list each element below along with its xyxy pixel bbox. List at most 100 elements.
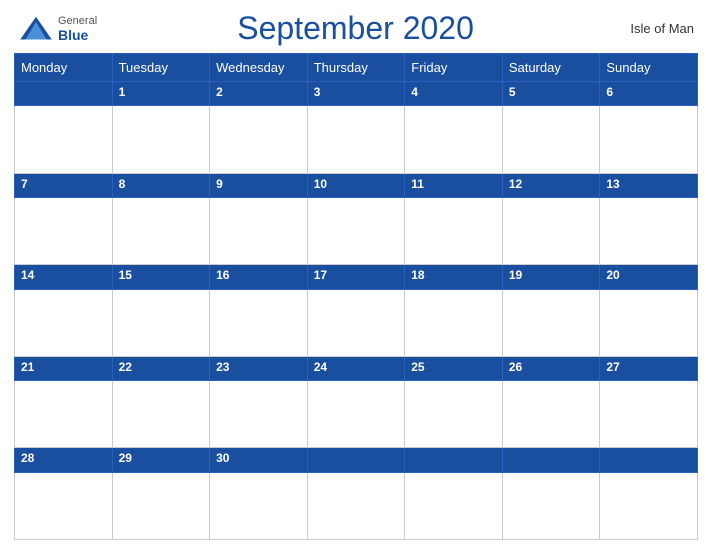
week-2-day-7-num: 13 <box>600 173 698 197</box>
week-2-day-1-num: 7 <box>15 173 113 197</box>
header-wednesday: Wednesday <box>210 54 308 82</box>
calendar-body: 1234567891011121314151617181920212223242… <box>15 82 698 540</box>
week-4-day-2-num: 22 <box>112 356 210 380</box>
week-2-day-2-body <box>112 198 210 265</box>
week-5-day-3-num: 30 <box>210 448 308 472</box>
calendar-title: September 2020 <box>237 10 474 46</box>
week-3-day-7-body <box>600 289 698 356</box>
calendar-title-area: September 2020 <box>97 10 614 47</box>
week-3-day-1-body <box>15 289 113 356</box>
calendar-table: Monday Tuesday Wednesday Thursday Friday… <box>14 53 698 540</box>
week-1-day-5-body <box>405 106 503 173</box>
week-3-body-row <box>15 289 698 356</box>
week-4-day-7-num: 27 <box>600 356 698 380</box>
week-1-day-2-num: 1 <box>112 82 210 106</box>
week-2-day-5-num: 11 <box>405 173 503 197</box>
week-1-day-4-num: 3 <box>307 82 405 106</box>
week-2-day-6-body <box>502 198 600 265</box>
header-friday: Friday <box>405 54 503 82</box>
week-4-day-1-body <box>15 381 113 448</box>
week-5-num-row: 282930 <box>15 448 698 472</box>
week-3-day-5-body <box>405 289 503 356</box>
region-label: Isle of Man <box>614 21 694 36</box>
week-4-day-6-num: 26 <box>502 356 600 380</box>
week-5-day-6-num <box>502 448 600 472</box>
generalblue-logo-icon <box>18 15 54 43</box>
week-5-day-1-body <box>15 472 113 539</box>
week-3-day-2-body <box>112 289 210 356</box>
week-4-day-2-body <box>112 381 210 448</box>
logo-text: General Blue <box>58 15 97 42</box>
calendar-page: General Blue September 2020 Isle of Man … <box>0 0 712 550</box>
week-5-day-7-body <box>600 472 698 539</box>
week-1-day-1-body <box>15 106 113 173</box>
week-4-day-5-body <box>405 381 503 448</box>
logo-area: General Blue <box>18 15 97 43</box>
week-2-day-1-body <box>15 198 113 265</box>
weekday-header-row: Monday Tuesday Wednesday Thursday Friday… <box>15 54 698 82</box>
header-saturday: Saturday <box>502 54 600 82</box>
header-sunday: Sunday <box>600 54 698 82</box>
week-4-day-1-num: 21 <box>15 356 113 380</box>
week-1-day-1-num <box>15 82 113 106</box>
week-3-day-5-num: 18 <box>405 265 503 289</box>
header-monday: Monday <box>15 54 113 82</box>
calendar-wrapper: Monday Tuesday Wednesday Thursday Friday… <box>14 53 698 540</box>
week-5-day-4-body <box>307 472 405 539</box>
week-1-day-5-num: 4 <box>405 82 503 106</box>
week-5-day-2-body <box>112 472 210 539</box>
week-1-day-6-body <box>502 106 600 173</box>
week-5-body-row <box>15 472 698 539</box>
week-2-day-7-body <box>600 198 698 265</box>
week-2-day-5-body <box>405 198 503 265</box>
week-3-day-4-body <box>307 289 405 356</box>
week-4-body-row <box>15 381 698 448</box>
week-5-day-5-num <box>405 448 503 472</box>
week-2-day-6-num: 12 <box>502 173 600 197</box>
week-1-day-7-num: 6 <box>600 82 698 106</box>
week-3-day-6-num: 19 <box>502 265 600 289</box>
week-1-num-row: 123456 <box>15 82 698 106</box>
week-1-day-3-body <box>210 106 308 173</box>
week-3-day-3-body <box>210 289 308 356</box>
week-4-day-5-num: 25 <box>405 356 503 380</box>
week-3-day-6-body <box>502 289 600 356</box>
header-thursday: Thursday <box>307 54 405 82</box>
week-3-day-2-num: 15 <box>112 265 210 289</box>
week-4-day-7-body <box>600 381 698 448</box>
logo-blue-text: Blue <box>58 28 97 42</box>
week-5-day-6-body <box>502 472 600 539</box>
week-4-num-row: 21222324252627 <box>15 356 698 380</box>
week-4-day-3-body <box>210 381 308 448</box>
week-2-day-3-body <box>210 198 308 265</box>
week-3-num-row: 14151617181920 <box>15 265 698 289</box>
week-2-day-4-body <box>307 198 405 265</box>
week-2-body-row <box>15 198 698 265</box>
week-2-day-4-num: 10 <box>307 173 405 197</box>
week-3-day-7-num: 20 <box>600 265 698 289</box>
week-4-day-6-body <box>502 381 600 448</box>
week-1-day-4-body <box>307 106 405 173</box>
week-5-day-1-num: 28 <box>15 448 113 472</box>
week-5-day-2-num: 29 <box>112 448 210 472</box>
week-3-day-1-num: 14 <box>15 265 113 289</box>
header-tuesday: Tuesday <box>112 54 210 82</box>
week-4-day-4-body <box>307 381 405 448</box>
week-1-day-6-num: 5 <box>502 82 600 106</box>
week-2-day-2-num: 8 <box>112 173 210 197</box>
week-5-day-4-num <box>307 448 405 472</box>
week-2-day-3-num: 9 <box>210 173 308 197</box>
week-5-day-3-body <box>210 472 308 539</box>
week-1-day-2-body <box>112 106 210 173</box>
week-3-day-3-num: 16 <box>210 265 308 289</box>
week-4-day-3-num: 23 <box>210 356 308 380</box>
week-4-day-4-num: 24 <box>307 356 405 380</box>
week-5-day-5-body <box>405 472 503 539</box>
week-1-day-3-num: 2 <box>210 82 308 106</box>
week-2-num-row: 78910111213 <box>15 173 698 197</box>
week-1-body-row <box>15 106 698 173</box>
calendar-header: General Blue September 2020 Isle of Man <box>14 10 698 47</box>
week-1-day-7-body <box>600 106 698 173</box>
week-5-day-7-num <box>600 448 698 472</box>
week-3-day-4-num: 17 <box>307 265 405 289</box>
